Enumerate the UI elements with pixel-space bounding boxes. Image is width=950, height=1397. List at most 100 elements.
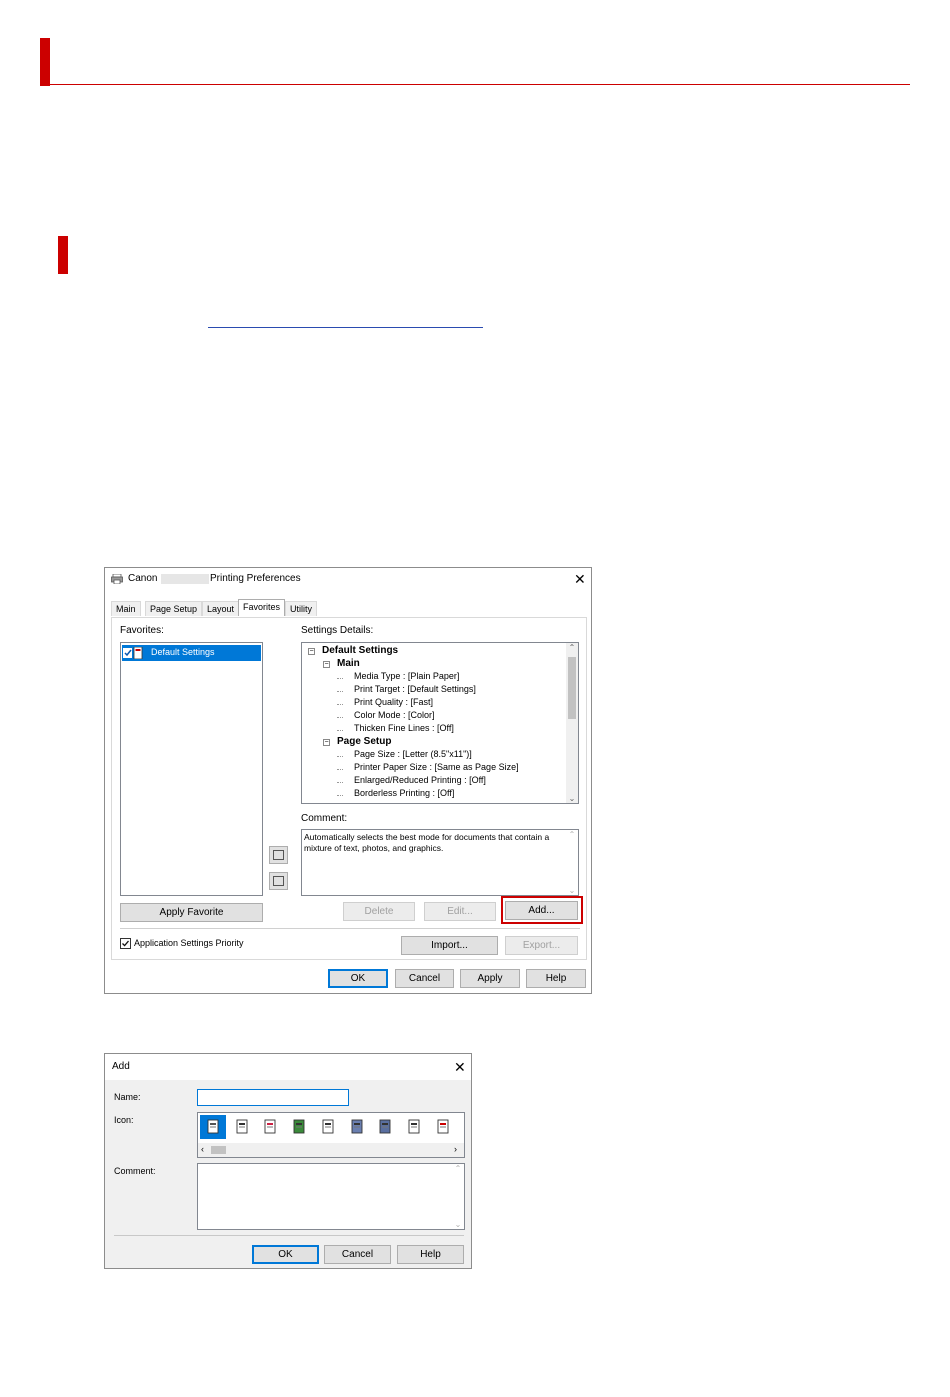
tree-connector xyxy=(337,717,343,719)
move-up-button[interactable] xyxy=(269,846,288,864)
tree-connector xyxy=(337,756,343,758)
tree-node[interactable]: Media Type : [Plain Paper] xyxy=(354,671,459,681)
tab-strip: Main Page Setup Layout Favorites Utility xyxy=(111,599,411,617)
add-dialog-title: Add xyxy=(112,1061,130,1072)
tree-node[interactable]: Color Mode : [Color] xyxy=(354,710,435,720)
collapse-icon[interactable]: − xyxy=(308,648,315,655)
import-button[interactable]: Import... xyxy=(401,936,498,955)
favorite-icon-option[interactable] xyxy=(344,1115,370,1139)
tab-main[interactable]: Main xyxy=(111,601,141,616)
comment-box[interactable]: Automatically selects the best mode for … xyxy=(301,829,579,896)
favorite-icon-option[interactable] xyxy=(286,1115,312,1139)
document-link[interactable] xyxy=(208,327,483,328)
tree-connector xyxy=(337,678,343,680)
default-settings-icon xyxy=(123,646,147,660)
icon-picker[interactable]: ‹ › xyxy=(197,1112,465,1158)
comment-label: Comment: xyxy=(301,813,348,824)
tree-node[interactable]: Default Settings xyxy=(322,645,398,656)
scroll-down-icon[interactable]: ⌄ xyxy=(566,886,578,895)
tab-utility[interactable]: Utility xyxy=(285,601,317,616)
add-dialog: Add ✕ Name: Icon: ‹ › Comment: ⌃ ⌄ OK Ca… xyxy=(104,1053,472,1269)
cancel-button[interactable]: Cancel xyxy=(395,969,454,988)
comment-text: Automatically selects the best mode for … xyxy=(304,832,550,853)
tree-node[interactable]: Borderless Printing : [Off] xyxy=(354,788,454,798)
tab-layout[interactable]: Layout xyxy=(202,601,240,616)
apply-button[interactable]: Apply xyxy=(460,969,520,988)
separator xyxy=(114,1235,464,1236)
export-button[interactable]: Export... xyxy=(505,936,578,955)
tree-connector xyxy=(337,704,343,706)
tree-scroll-thumb[interactable] xyxy=(568,657,576,719)
apply-favorite-button[interactable]: Apply Favorite xyxy=(120,903,263,922)
app-settings-priority-label: Application Settings Priority xyxy=(134,938,244,948)
favorites-list[interactable]: Default Settings xyxy=(120,642,263,896)
checkmark-icon xyxy=(122,940,129,947)
scroll-up-icon[interactable]: ⌃ xyxy=(566,643,578,652)
subheading-accent-bar xyxy=(58,236,68,274)
app-settings-priority-checkbox[interactable] xyxy=(120,938,131,949)
icon-picker-hscroll[interactable]: ‹ › xyxy=(198,1143,464,1157)
tree-connector xyxy=(337,730,343,732)
printing-preferences-dialog: Canon Printing Preferences ✕ Main Page S… xyxy=(104,567,592,994)
tree-node[interactable]: Page Size : [Letter (8.5"x11")] xyxy=(354,749,472,759)
tree-node[interactable]: Thicken Fine Lines : [Off] xyxy=(354,723,454,733)
tree-connector xyxy=(337,769,343,771)
close-icon[interactable]: ✕ xyxy=(454,1060,466,1074)
tree-node[interactable]: Page Setup xyxy=(337,736,391,747)
collapse-icon[interactable]: − xyxy=(323,739,330,746)
scroll-right-icon[interactable]: › xyxy=(454,1144,457,1154)
list-item[interactable]: Default Settings xyxy=(122,645,261,661)
favorite-icon-option[interactable] xyxy=(257,1115,283,1139)
delete-button[interactable]: Delete xyxy=(343,902,415,921)
ok-button[interactable]: OK xyxy=(328,969,388,988)
add-cancel-button[interactable]: Cancel xyxy=(324,1245,391,1264)
tree-node[interactable]: Enlarged/Reduced Printing : [Off] xyxy=(354,775,486,785)
dialog-title-prefix: Canon xyxy=(128,573,158,584)
move-down-icon xyxy=(273,876,284,886)
tree-node[interactable]: Print Quality : [Fast] xyxy=(354,697,433,707)
scroll-left-icon[interactable]: ‹ xyxy=(201,1144,204,1154)
favorite-icon-option[interactable] xyxy=(401,1115,427,1139)
favorite-icon-option[interactable] xyxy=(229,1115,255,1139)
comment-label: Comment: xyxy=(114,1166,156,1176)
favorite-icon-option[interactable] xyxy=(315,1115,341,1139)
add-dialog-titlebar xyxy=(105,1054,471,1080)
tab-page-setup[interactable]: Page Setup xyxy=(145,601,203,616)
scroll-down-icon[interactable]: ⌄ xyxy=(452,1220,464,1229)
settings-details-tree[interactable]: ⌃ ⌄ Default Settings − Main − Media Type : [… xyxy=(301,642,579,804)
tree-connector xyxy=(337,782,343,784)
printer-icon xyxy=(111,573,123,585)
tree-node[interactable]: Print Target : [Default Settings] xyxy=(354,684,476,694)
add-ok-button[interactable]: OK xyxy=(252,1245,319,1264)
favorite-icon-option[interactable] xyxy=(372,1115,398,1139)
favorite-icon-option[interactable] xyxy=(430,1115,456,1139)
move-down-button[interactable] xyxy=(269,872,288,890)
favorites-label: Favorites: xyxy=(120,625,164,636)
edit-button[interactable]: Edit... xyxy=(424,902,496,921)
add-help-button[interactable]: Help xyxy=(397,1245,464,1264)
move-up-icon xyxy=(273,850,284,860)
collapse-icon[interactable]: − xyxy=(323,661,330,668)
tree-connector xyxy=(337,691,343,693)
tree-node[interactable]: Printer Paper Size : [Same as Page Size] xyxy=(354,762,519,772)
scroll-up-icon[interactable]: ⌃ xyxy=(452,1164,464,1173)
help-button[interactable]: Help xyxy=(526,969,586,988)
list-item-label: Default Settings xyxy=(151,647,215,657)
redacted-model-name xyxy=(161,574,209,584)
scroll-down-icon[interactable]: ⌄ xyxy=(566,794,578,803)
favorite-icon-option[interactable] xyxy=(200,1115,226,1139)
heading-rule xyxy=(40,84,910,85)
separator xyxy=(120,928,580,929)
tree-node[interactable]: Main xyxy=(337,658,360,669)
add-comment-box[interactable]: ⌃ ⌄ xyxy=(197,1163,465,1230)
tree-scrollbar[interactable]: ⌃ ⌄ xyxy=(566,643,578,803)
tab-favorites[interactable]: Favorites xyxy=(238,599,286,616)
close-icon[interactable]: ✕ xyxy=(574,572,586,586)
comment-scrollbar[interactable]: ⌃ ⌄ xyxy=(566,830,578,895)
add-button[interactable]: Add... xyxy=(505,901,578,920)
scroll-up-icon[interactable]: ⌃ xyxy=(566,830,578,839)
comment-scrollbar[interactable]: ⌃ ⌄ xyxy=(452,1164,464,1229)
icon-scroll-thumb[interactable] xyxy=(211,1146,226,1154)
name-input[interactable] xyxy=(197,1089,349,1106)
icon-label: Icon: xyxy=(114,1115,134,1125)
